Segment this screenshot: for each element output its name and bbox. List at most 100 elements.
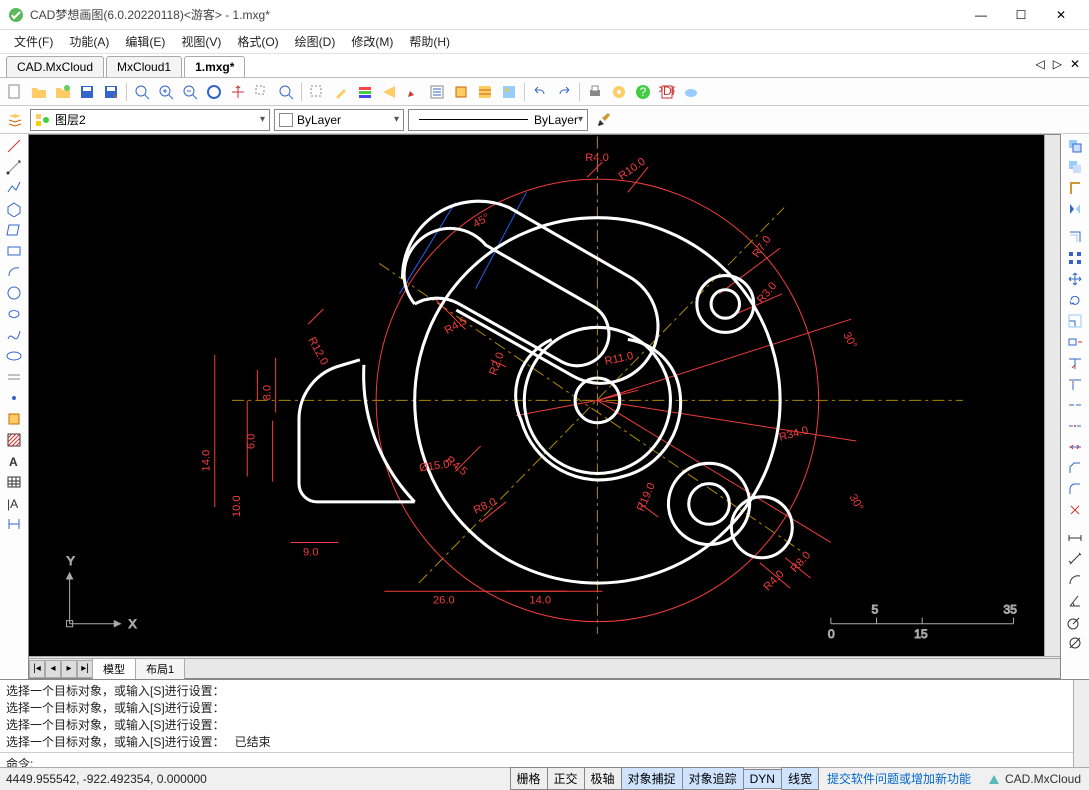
ellipse-tool[interactable] [3, 346, 25, 366]
toggle-grid[interactable]: 栅格 [510, 767, 548, 790]
rect2-tool[interactable] [3, 241, 25, 261]
doc-tab-2[interactable]: 1.mxg* [184, 56, 245, 77]
block-button[interactable] [450, 81, 472, 103]
stretch-tool[interactable] [1064, 332, 1086, 352]
toggle-osnap[interactable]: 对象捕捉 [621, 767, 683, 790]
zoom-button[interactable] [131, 81, 153, 103]
parallel-tool[interactable] [3, 367, 25, 387]
mtext-tool[interactable]: |A [3, 493, 25, 513]
polygon-tool[interactable] [3, 199, 25, 219]
menu-func[interactable]: 功能(A) [61, 31, 117, 52]
scale-tool[interactable] [1064, 311, 1086, 331]
feedback-link[interactable]: 提交软件问题或增加新功能 [819, 770, 979, 787]
doc-tab-0[interactable]: CAD.MxCloud [6, 56, 104, 77]
zoom-prev-button[interactable] [275, 81, 297, 103]
sheet-tab-layout1[interactable]: 布局1 [135, 658, 185, 680]
fillet-tool[interactable] [1064, 479, 1086, 499]
layer-dropdown[interactable]: 图层2 ▾ [30, 109, 270, 131]
print-button[interactable] [584, 81, 606, 103]
close-button[interactable]: ✕ [1041, 1, 1081, 29]
copy-tool[interactable] [1064, 136, 1086, 156]
dim-angle-tool[interactable] [1064, 591, 1086, 611]
rotate-tool[interactable] [1064, 290, 1086, 310]
rectangle-tool[interactable] [3, 220, 25, 240]
dim-aligned-tool[interactable] [1064, 549, 1086, 569]
redo-button[interactable] [553, 81, 575, 103]
menu-view[interactable]: 视图(V) [173, 31, 229, 52]
new-button[interactable] [4, 81, 26, 103]
menu-help[interactable]: 帮助(H) [401, 31, 458, 52]
revcloud-tool[interactable] [3, 304, 25, 324]
offset-tool[interactable] [1064, 227, 1086, 247]
save-button[interactable] [76, 81, 98, 103]
hatch-tool[interactable] [3, 430, 25, 450]
dim-tool[interactable] [3, 514, 25, 534]
toggle-polar[interactable]: 极轴 [584, 767, 622, 790]
layers-button[interactable] [354, 81, 376, 103]
open-button[interactable] [28, 81, 50, 103]
explode-tool[interactable] [1064, 500, 1086, 520]
arc-tool[interactable] [3, 262, 25, 282]
color-dropdown[interactable]: ByLayer ▾ [274, 109, 404, 131]
dim-linear-tool[interactable] [1064, 528, 1086, 548]
dim-radius-tool[interactable] [1064, 612, 1086, 632]
tab-next-icon[interactable]: ▷ [1050, 57, 1065, 71]
zoom-extents-button[interactable] [203, 81, 225, 103]
layer-manager-button[interactable] [4, 109, 26, 131]
move-tool[interactable] [1064, 269, 1086, 289]
open-cloud-button[interactable] [52, 81, 74, 103]
paste-tool[interactable] [1064, 178, 1086, 198]
toggle-lwt[interactable]: 线宽 [781, 767, 819, 790]
table-tool[interactable] [3, 472, 25, 492]
pdf-button[interactable]: PDF [656, 81, 678, 103]
block-tool[interactable] [3, 409, 25, 429]
zoom-out-button[interactable] [179, 81, 201, 103]
sheet-first-button[interactable]: |◂ [29, 660, 45, 678]
dim-diameter-tool[interactable] [1064, 633, 1086, 653]
doc-tab-1[interactable]: MxCloud1 [106, 56, 182, 77]
spline-tool[interactable] [3, 325, 25, 345]
toggle-dyn[interactable]: DYN [743, 769, 782, 789]
dim-arc-tool[interactable] [1064, 570, 1086, 590]
select-button[interactable] [306, 81, 328, 103]
edit-button[interactable] [330, 81, 352, 103]
canvas-scroll-v[interactable] [1044, 135, 1060, 656]
trim-tool[interactable] [1064, 353, 1086, 373]
polyline-tool[interactable] [3, 178, 25, 198]
zoom-in-button[interactable] [155, 81, 177, 103]
cloud-button[interactable] [680, 81, 702, 103]
copy2-tool[interactable] [1064, 157, 1086, 177]
sheet-prev-button[interactable]: ◂ [45, 660, 61, 678]
break2-tool[interactable] [1064, 416, 1086, 436]
menu-file[interactable]: 文件(F) [6, 31, 61, 52]
settings-button[interactable] [608, 81, 630, 103]
save-as-button[interactable] [100, 81, 122, 103]
chamfer-tool[interactable] [1064, 458, 1086, 478]
undo-button[interactable] [529, 81, 551, 103]
join-tool[interactable] [1064, 437, 1086, 457]
console-scroll[interactable] [1073, 680, 1089, 774]
menu-edit[interactable]: 编辑(E) [117, 31, 173, 52]
toggle-ortho[interactable]: 正交 [547, 767, 585, 790]
zoom-window-button[interactable] [251, 81, 273, 103]
line-tool[interactable] [3, 136, 25, 156]
circle-tool[interactable] [3, 283, 25, 303]
brush-button[interactable] [592, 109, 614, 131]
break-tool[interactable] [1064, 395, 1086, 415]
menu-draw[interactable]: 绘图(D) [287, 31, 344, 52]
props-button[interactable] [426, 81, 448, 103]
layer-prev-button[interactable] [378, 81, 400, 103]
array-tool[interactable] [1064, 248, 1086, 268]
pan-button[interactable] [227, 81, 249, 103]
drawing-canvas[interactable]: R4.0 R10.0 45° R7.0 R3.0 30° R34.0 30° R… [29, 135, 1044, 656]
mirror-tool[interactable] [1064, 199, 1086, 219]
sheet-last-button[interactable]: ▸| [77, 660, 93, 678]
sheet-next-button[interactable]: ▸ [61, 660, 77, 678]
tab-close-icon[interactable]: ✕ [1067, 57, 1083, 71]
extend-tool[interactable] [1064, 374, 1086, 394]
ray-tool[interactable] [3, 157, 25, 177]
tab-prev-icon[interactable]: ◁ [1032, 57, 1047, 71]
linetype-dropdown[interactable]: ByLayer ▾ [408, 109, 588, 131]
text-tool[interactable]: A [3, 451, 25, 471]
help-button[interactable]: ? [632, 81, 654, 103]
